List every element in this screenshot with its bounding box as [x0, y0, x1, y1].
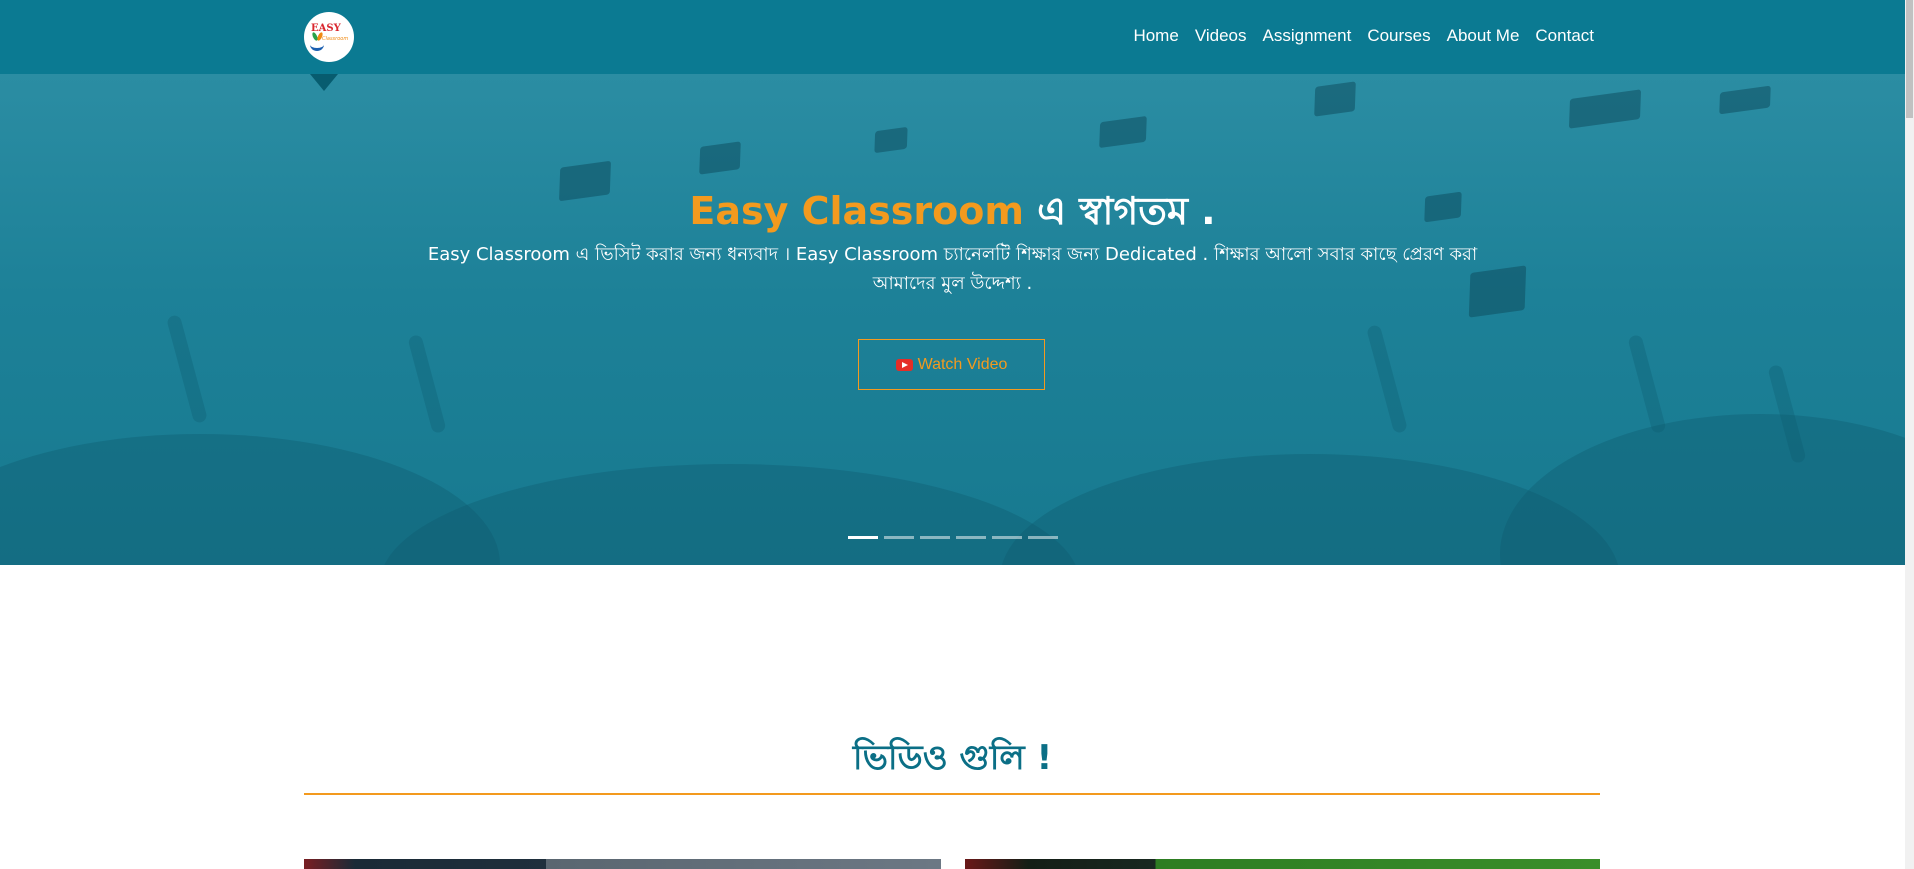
carousel-indicator-4[interactable] [956, 536, 986, 539]
crowd-shape [380, 464, 1080, 565]
crowd-arm-shape [407, 333, 447, 435]
video-thumbnail[interactable] [965, 859, 1600, 869]
graduation-cap-shape [874, 126, 908, 154]
crowd-arm-shape [166, 314, 208, 424]
hero-title-rest: এ স্বাগতম . [1023, 189, 1216, 234]
nav-contact[interactable]: Contact [1535, 24, 1594, 48]
carousel-indicator-2[interactable] [884, 536, 914, 539]
section-divider [304, 793, 1600, 795]
youtube-icon [895, 358, 913, 371]
page-scrollbar[interactable] [1905, 0, 1914, 869]
carousel-indicator-5[interactable] [992, 536, 1022, 539]
graduation-cap-shape [1099, 115, 1147, 149]
watch-video-label: Watch Video [917, 355, 1008, 373]
nav-videos[interactable]: Videos [1195, 24, 1247, 48]
main-nav: Home Videos Assignment Courses About Me … [1117, 24, 1594, 48]
graduation-cap-shape [1719, 85, 1771, 115]
hero-description: Easy Classroom এ ভিসিট করার জন্য ধন্যবাদ… [427, 244, 1478, 294]
carousel-indicators [848, 536, 1058, 539]
logo-subtitle: Classroom [322, 36, 349, 42]
watch-video-button[interactable]: Watch Video [858, 339, 1045, 390]
carousel-indicator-1[interactable] [848, 536, 878, 539]
site-logo[interactable]: EASY Classroom [304, 12, 354, 62]
nav-about-me[interactable]: About Me [1447, 24, 1520, 48]
navbar-notch [310, 74, 338, 91]
hero-title: Easy Classroom এ স্বাগতম . [0, 182, 1905, 246]
graduation-cap-shape [1568, 89, 1642, 129]
videos-section-title: ভিডিও গুলি ! [852, 738, 1053, 778]
graduation-cap-shape [1314, 81, 1356, 117]
crowd-arm-shape [1627, 333, 1667, 435]
navbar: EASY Classroom Home Videos Assignment Co… [0, 0, 1905, 74]
carousel-indicator-6[interactable] [1028, 536, 1058, 539]
hero-carousel: Easy Classroom এ স্বাগতম . Easy Classroo… [0, 74, 1905, 565]
scrollbar-thumb[interactable] [1906, 0, 1913, 118]
nav-assignment[interactable]: Assignment [1263, 24, 1352, 48]
nav-home[interactable]: Home [1133, 24, 1178, 48]
video-thumbnail[interactable] [304, 859, 941, 869]
crowd-shape [1500, 414, 1905, 565]
nav-courses[interactable]: Courses [1367, 24, 1430, 48]
crowd-arm-shape [1366, 324, 1408, 434]
carousel-indicator-3[interactable] [920, 536, 950, 539]
graduation-cap-shape [699, 141, 741, 175]
hero-title-brand: Easy Classroom [689, 189, 1024, 234]
